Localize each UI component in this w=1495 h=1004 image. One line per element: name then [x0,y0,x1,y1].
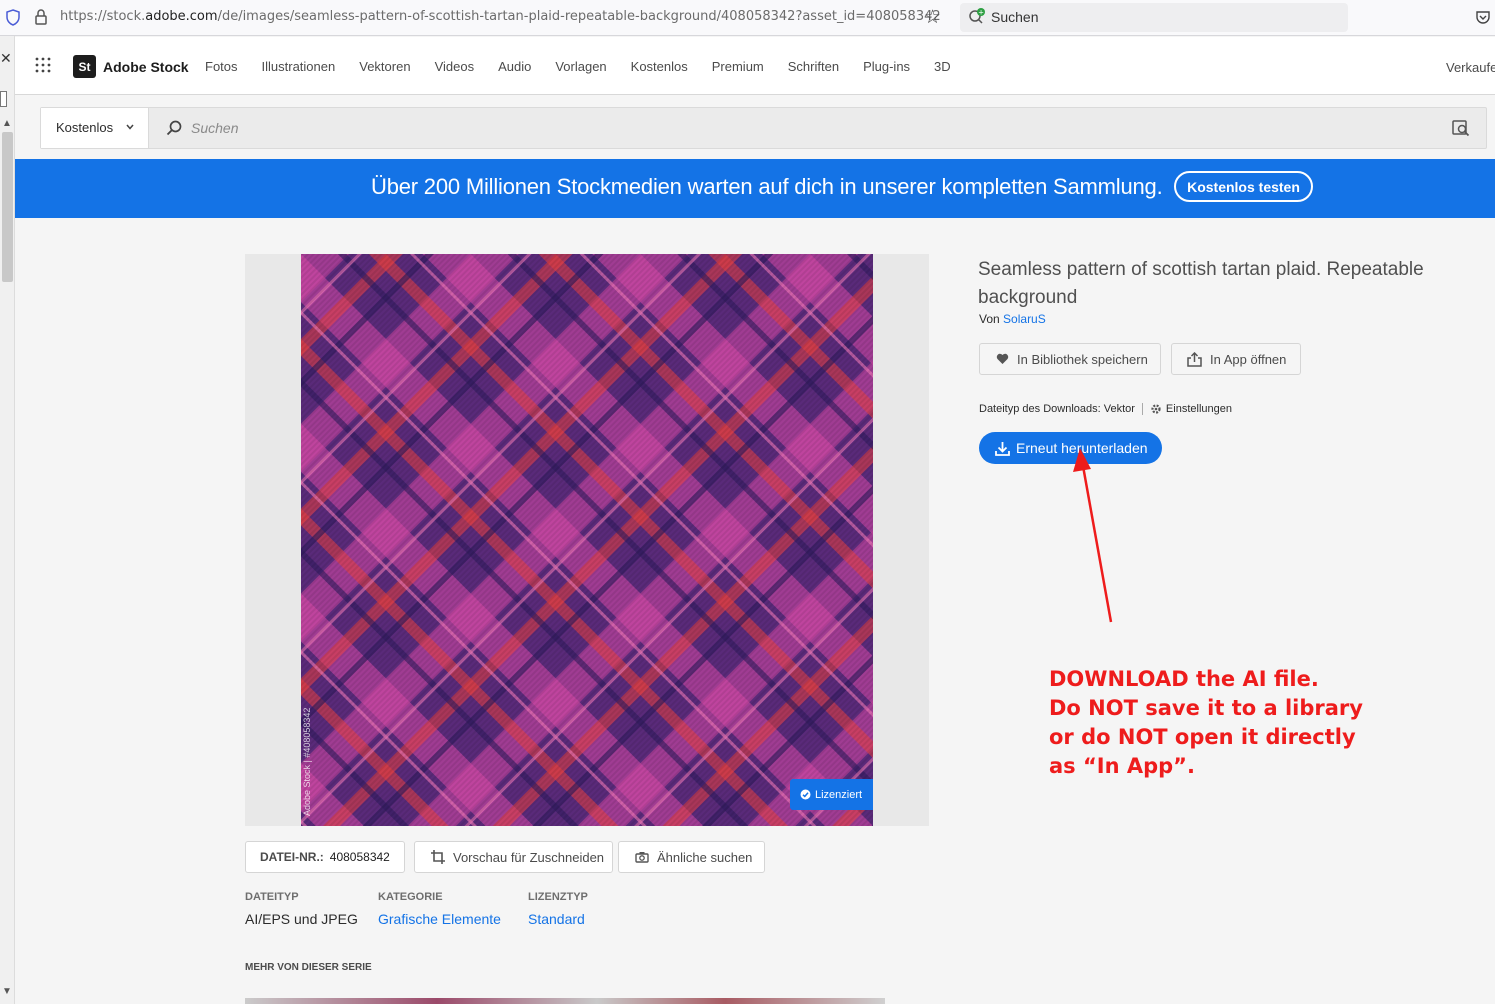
crop-preview-label: Vorschau für Zuschneiden [453,849,605,865]
nav-link-illustrationen[interactable]: Illustrationen [262,59,336,74]
nav-link-vorlagen[interactable]: Vorlagen [555,59,606,74]
scroll-up-icon[interactable]: ▲ [2,118,12,129]
search-icon[interactable] [166,120,182,136]
nav-link-audio[interactable]: Audio [498,59,531,74]
image-watermark: Adobe Stock | #408058342 [302,707,312,816]
crop-preview-button[interactable]: Vorschau für Zuschneiden [414,841,613,873]
search-engine-icon: + [969,8,985,24]
promo-text: Über 200 Millionen Stockmedien warten au… [371,174,1163,199]
nav-link-premium[interactable]: Premium [712,59,764,74]
scroll-down-icon[interactable]: ▼ [2,986,12,997]
download-icon [995,441,1010,456]
tartan-preview-image[interactable] [301,254,873,826]
logo-text: Adobe Stock [103,58,189,75]
nav-link-3d[interactable]: 3D [934,59,951,74]
adobe-stock-logo[interactable]: St Adobe Stock [73,55,189,78]
meta-license-link[interactable]: Standard [528,911,588,927]
find-similar-label: Ähnliche suchen [657,849,753,865]
check-circle-icon [800,789,811,800]
licensed-badge: Lizenziert [790,779,873,810]
bookmark-star-icon[interactable]: ☆ [924,6,941,29]
close-icon[interactable]: ✕ [0,50,12,67]
annotation-arrow [1073,448,1113,623]
meta-category: KATEGORIE Grafische Elemente [378,891,501,927]
divider [1141,403,1143,415]
site-header: St Adobe Stock Fotos Illustrationen Vekt… [15,37,1495,95]
left-scrollbar[interactable]: ✕ ▲ ▼ [0,36,15,1004]
annotation-line-3: or do NOT open it directly [1049,725,1356,749]
nav-link-plugins[interactable]: Plug-ins [863,59,910,74]
download-filetype-row: Dateityp des Downloads: Vektor Einstellu… [979,403,1232,415]
browser-search-label: Suchen [991,9,1039,25]
crop-icon [431,850,445,864]
settings-link[interactable]: Einstellungen [1166,403,1232,415]
gear-icon[interactable] [1150,403,1162,415]
more-series-heading: MEHR VON DIESER SERIE [245,962,372,973]
series-thumbnails[interactable] [245,998,885,1004]
shield-icon[interactable] [6,9,20,26]
panel-toggle[interactable] [0,91,7,107]
download-filetype-text: Dateityp des Downloads: Vektor [979,403,1135,415]
main-nav: Fotos Illustrationen Vektoren Videos Aud… [205,59,975,74]
by-label: Von [979,312,1000,326]
asset-title: Seamless pattern of scottish tartan plai… [978,259,1424,308]
save-library-label: In Bibliothek speichern [1017,351,1148,367]
nav-link-kostenlos[interactable]: Kostenlos [631,59,688,74]
nav-link-fotos[interactable]: Fotos [205,59,238,74]
open-in-app-label: In App öffnen [1210,351,1287,367]
author-link[interactable]: SolaruS [1003,312,1046,326]
meta-filetype-label: DATEITYP [245,891,299,903]
find-similar-button[interactable]: Ähnliche suchen [618,841,765,873]
search-category-label: Kostenlos [56,120,114,135]
free-trial-button[interactable]: Kostenlos testen [1174,171,1313,202]
url-field[interactable]: https://stock.adobe.com/de/images/seamle… [60,9,941,24]
meta-category-label: KATEGORIE [378,891,443,903]
apps-grid-icon[interactable] [35,57,51,73]
meta-filetype-value: AI/EPS und JPEG [245,911,358,927]
browser-toolbar: https://stock.adobe.com/de/images/seamle… [0,0,1495,36]
file-number-label: DATEI-NR.: [260,850,324,864]
pocket-icon[interactable] [1475,9,1491,25]
logo-badge: St [73,55,96,78]
search-bar: Kostenlos [40,107,1487,149]
licensed-label: Lizenziert [815,788,863,801]
chevron-down-icon [126,124,134,130]
author-line: Von SolaruS [979,312,1046,326]
annotation-line-1: DOWNLOAD the AI file. [1049,667,1319,691]
search-input[interactable] [191,115,1431,141]
save-library-button[interactable]: In Bibliothek speichern [979,343,1161,375]
scrollbar-thumb[interactable] [2,132,13,282]
heart-icon [996,353,1009,364]
visual-search-icon[interactable] [1452,119,1470,137]
file-number[interactable]: DATEI-NR.: 408058342 [245,841,405,873]
browser-search-box[interactable]: + Suchen [960,3,1348,32]
promo-banner: Über 200 Millionen Stockmedien warten au… [15,159,1495,218]
meta-filetype: DATEITYP AI/EPS und JPEG [245,891,358,927]
share-icon [1187,351,1202,367]
meta-category-link[interactable]: Grafische Elemente [378,911,501,927]
nav-link-schriften[interactable]: Schriften [788,59,839,74]
camera-icon [635,852,649,863]
meta-license-label: LIZENZTYP [528,891,588,903]
nav-link-vektoren[interactable]: Vektoren [359,59,410,74]
lock-icon[interactable] [34,8,48,26]
annotation-note: DOWNLOAD the AI file. Do NOT save it to … [1049,665,1363,781]
search-category-dropdown[interactable]: Kostenlos [41,108,149,148]
file-number-value: 408058342 [329,850,390,864]
sell-link[interactable]: Verkaufe [1446,60,1495,75]
open-in-app-button[interactable]: In App öffnen [1171,343,1301,375]
meta-license: LIZENZTYP Standard [528,891,588,927]
nav-link-videos[interactable]: Videos [435,59,475,74]
annotation-line-4: as “In App”. [1049,754,1195,778]
annotation-line-2: Do NOT save it to a library [1049,696,1363,720]
svg-text:+: + [978,9,984,17]
